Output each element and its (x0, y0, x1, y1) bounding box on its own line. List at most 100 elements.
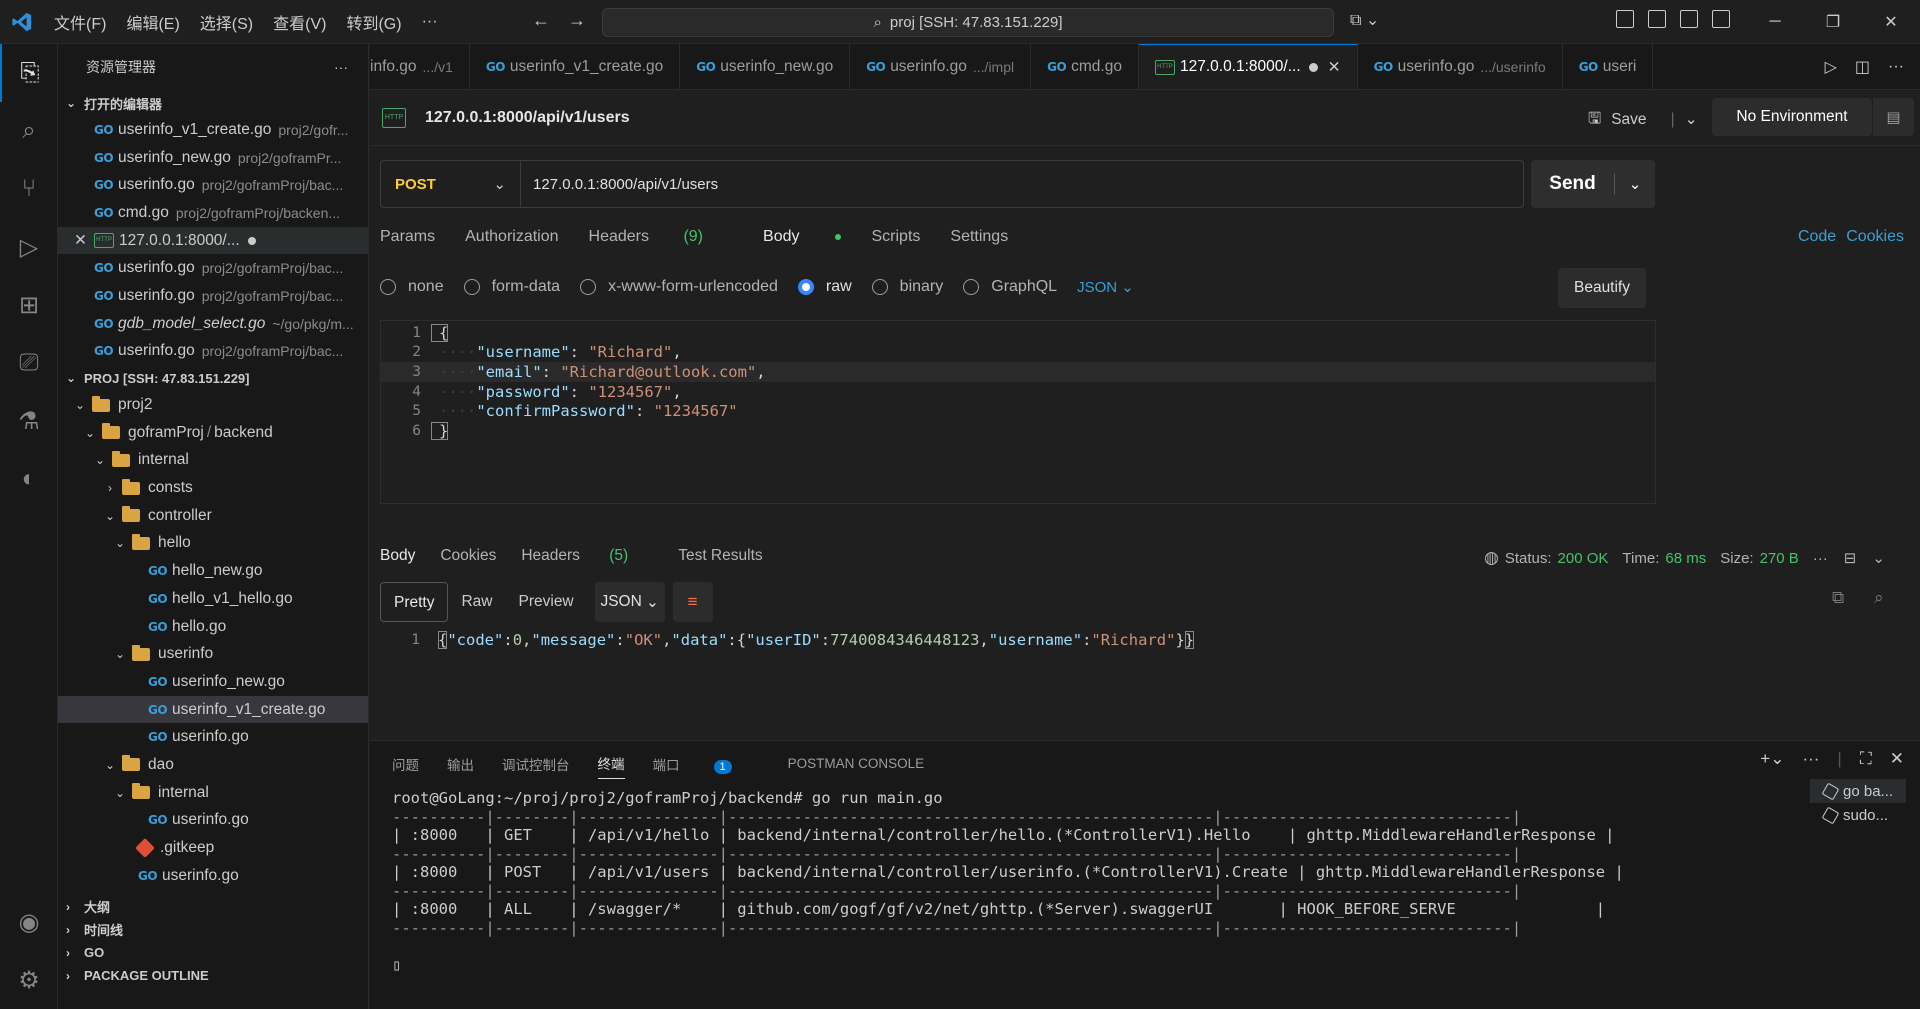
run-icon[interactable]: ▷ (1825, 57, 1837, 77)
beautify-button[interactable]: Beautify (1558, 268, 1646, 308)
go-section[interactable]: › GO (58, 941, 368, 964)
explorer-icon[interactable]: ⎘ (0, 44, 58, 102)
extensions-icon[interactable]: ⊞ (0, 276, 58, 334)
toggle-secondary-sidebar-icon[interactable] (1712, 10, 1730, 28)
remote-explorer-icon[interactable]: ⎚ (0, 334, 58, 392)
package-outline-section[interactable]: › PACKAGE OUTLINE (58, 964, 368, 987)
tree-folder-consts[interactable]: › consts (58, 474, 368, 502)
tree-file-selected[interactable]: GO userinfo_v1_create.go (58, 695, 368, 724)
tab-scripts[interactable]: Scripts (871, 228, 920, 246)
restore-button[interactable]: ❐ (1804, 0, 1862, 44)
editor-tab[interactable]: GO userinfo.go .../userinfo (1358, 44, 1563, 89)
new-terminal-icon[interactable]: +⌄ (1760, 749, 1784, 769)
radio-binary[interactable]: binary (871, 278, 943, 296)
terminal-output[interactable]: root@GoLang:~/proj/proj2/goframProj/back… (392, 789, 1752, 974)
editor-tab[interactable]: GO userinfo_new.go (680, 44, 851, 89)
run-debug-icon[interactable]: ▷ (0, 218, 58, 276)
tree-folder-internal[interactable]: ⌄ internal (58, 447, 368, 475)
open-editor-item[interactable]: GO cmd.go proj2/goframProj/backen... (58, 199, 368, 227)
maximize-panel-icon[interactable]: ⛶ (1860, 749, 1872, 769)
environment-selector[interactable]: No Environment (1712, 98, 1872, 136)
open-editor-item[interactable]: GO userinfo.go proj2/goframProj/bac... (58, 282, 368, 310)
resp-tab-cookies[interactable]: Cookies (440, 547, 496, 565)
tab-body[interactable]: Body (763, 228, 842, 246)
open-editor-item[interactable]: GO userinfo.go proj2/goframProj/bac... (58, 338, 368, 366)
editor-tab[interactable]: GO userinfo_v1_create.go (470, 44, 681, 89)
radio-graphql[interactable]: GraphQL (963, 278, 1057, 296)
project-section[interactable]: ⌄ PROJ [SSH: 47.83.151.229] (58, 365, 368, 391)
timeline-section[interactable]: › 时间线 (58, 918, 368, 941)
postman-icon[interactable]: ◐ (0, 450, 58, 508)
panel-tab-output[interactable]: 输出 (447, 754, 474, 779)
tab-headers[interactable]: Headers (9) (589, 228, 734, 246)
radio-urlencoded[interactable]: x-www-form-urlencoded (580, 278, 778, 296)
response-format-select[interactable]: JSON ⌄ (594, 582, 665, 622)
tree-folder-proj2[interactable]: ⌄ proj2 (58, 391, 368, 419)
radio-form-data[interactable]: form-data (463, 278, 560, 296)
body-format-select[interactable]: JSON ⌄ (1077, 278, 1134, 296)
save-button[interactable]: 🖫 Save | ⌄ (1588, 106, 1698, 133)
menu-go[interactable]: 转到(G) (336, 10, 411, 34)
menu-view[interactable]: 查看(V) (263, 10, 336, 34)
view-preview[interactable]: Preview (506, 582, 587, 622)
terminal-instance[interactable]: sudo... (1810, 803, 1906, 827)
tree-file[interactable]: GO hello.go (58, 613, 368, 641)
menu-selection[interactable]: 选择(S) (190, 10, 263, 34)
more-icon[interactable]: ··· (1813, 550, 1828, 567)
radio-none[interactable]: none (380, 278, 444, 296)
tree-file[interactable]: GO hello_v1_hello.go (58, 585, 368, 613)
collapse-icon[interactable]: ⌄ (1872, 549, 1885, 567)
editor-tab[interactable]: GO userinfo.go .../impl (850, 44, 1032, 89)
editor-tab[interactable]: info.go .../v1 (370, 44, 470, 89)
method-select[interactable]: POST ⌄ (381, 161, 521, 207)
toggle-panel-icon[interactable] (1680, 10, 1698, 28)
send-button[interactable]: Send ⌄ (1531, 160, 1655, 208)
open-editor-item[interactable]: GO userinfo_new.go proj2/goframPr... (58, 144, 368, 172)
code-link[interactable]: Code (1798, 228, 1836, 246)
tree-file[interactable]: GO userinfo.go (58, 807, 368, 835)
command-center-search[interactable]: ⌕ proj [SSH: 47.83.151.229] (602, 8, 1334, 37)
explorer-more-icon[interactable]: ··· (334, 59, 348, 75)
tree-folder-userinfo[interactable]: ⌄ userinfo (58, 640, 368, 668)
more-actions-icon[interactable]: ··· (1888, 58, 1904, 76)
close-panel-icon[interactable]: ✕ (1890, 749, 1904, 769)
layout-toggle-icon[interactable]: ⊟ (1844, 549, 1857, 567)
tree-file[interactable]: GO userinfo_new.go (58, 668, 368, 696)
tree-file[interactable]: GO userinfo.go (58, 723, 368, 751)
open-editor-item[interactable]: GO userinfo.go proj2/goframProj/bac... (58, 254, 368, 282)
environment-quicklook-icon[interactable]: ▤ (1872, 98, 1914, 136)
open-editor-item[interactable]: GO userinfo_v1_create.go proj2/gofr... (58, 116, 368, 144)
menu-more[interactable]: ··· (412, 13, 448, 31)
open-editor-item-active[interactable]: ✕ HTTP 127.0.0.1:8000/... (58, 226, 368, 255)
menu-file[interactable]: 文件(F) (44, 10, 116, 34)
request-body-editor[interactable]: 1{ 2 ····"username": "Richard", 3 ····"ema… (380, 320, 1656, 504)
view-raw[interactable]: Raw (448, 582, 505, 622)
testing-icon[interactable]: ⚗ (0, 392, 58, 450)
outline-section[interactable]: › 大纲 (58, 895, 368, 918)
panel-tab-postman-console[interactable]: POSTMAN CONSOLE (788, 756, 925, 776)
tab-params[interactable]: Params (380, 228, 435, 246)
tab-authorization[interactable]: Authorization (465, 228, 558, 246)
tree-folder-hello[interactable]: ⌄ hello (58, 530, 368, 558)
customize-layout-icon[interactable] (1616, 10, 1634, 28)
split-editor-icon[interactable]: ◫ (1855, 57, 1870, 77)
open-editor-item[interactable]: GO userinfo.go proj2/goframProj/bac... (58, 171, 368, 199)
radio-raw[interactable]: raw (797, 278, 852, 296)
chevron-down-icon[interactable]: ⌄ (1615, 175, 1655, 193)
url-input[interactable]: 127.0.0.1:8000/api/v1/users (521, 176, 718, 193)
terminal-instance[interactable]: go ba... (1810, 779, 1906, 803)
resp-tab-test-results[interactable]: Test Results (678, 547, 762, 565)
toggle-sidebar-icon[interactable] (1648, 10, 1666, 28)
open-editors-section[interactable]: ⌄ 打开的编辑器 (58, 90, 368, 116)
back-arrow-icon[interactable]: ← (532, 10, 550, 31)
minimize-button[interactable]: ─ (1746, 0, 1804, 44)
chevron-down-icon[interactable]: ⌄ (1685, 110, 1698, 129)
editor-tab[interactable]: GO useri (1563, 44, 1654, 89)
request-name[interactable]: 127.0.0.1:8000/api/v1/users (425, 109, 630, 127)
tree-file[interactable]: GO hello_new.go (58, 557, 368, 585)
tree-folder-backend[interactable]: ⌄ goframProj / backend (58, 419, 368, 447)
panel-tab-problems[interactable]: 问题 (392, 754, 419, 779)
panel-tab-debug-console[interactable]: 调试控制台 (502, 754, 570, 779)
resp-tab-headers[interactable]: Headers (5) (521, 547, 653, 565)
close-window-button[interactable]: ✕ (1862, 0, 1920, 44)
